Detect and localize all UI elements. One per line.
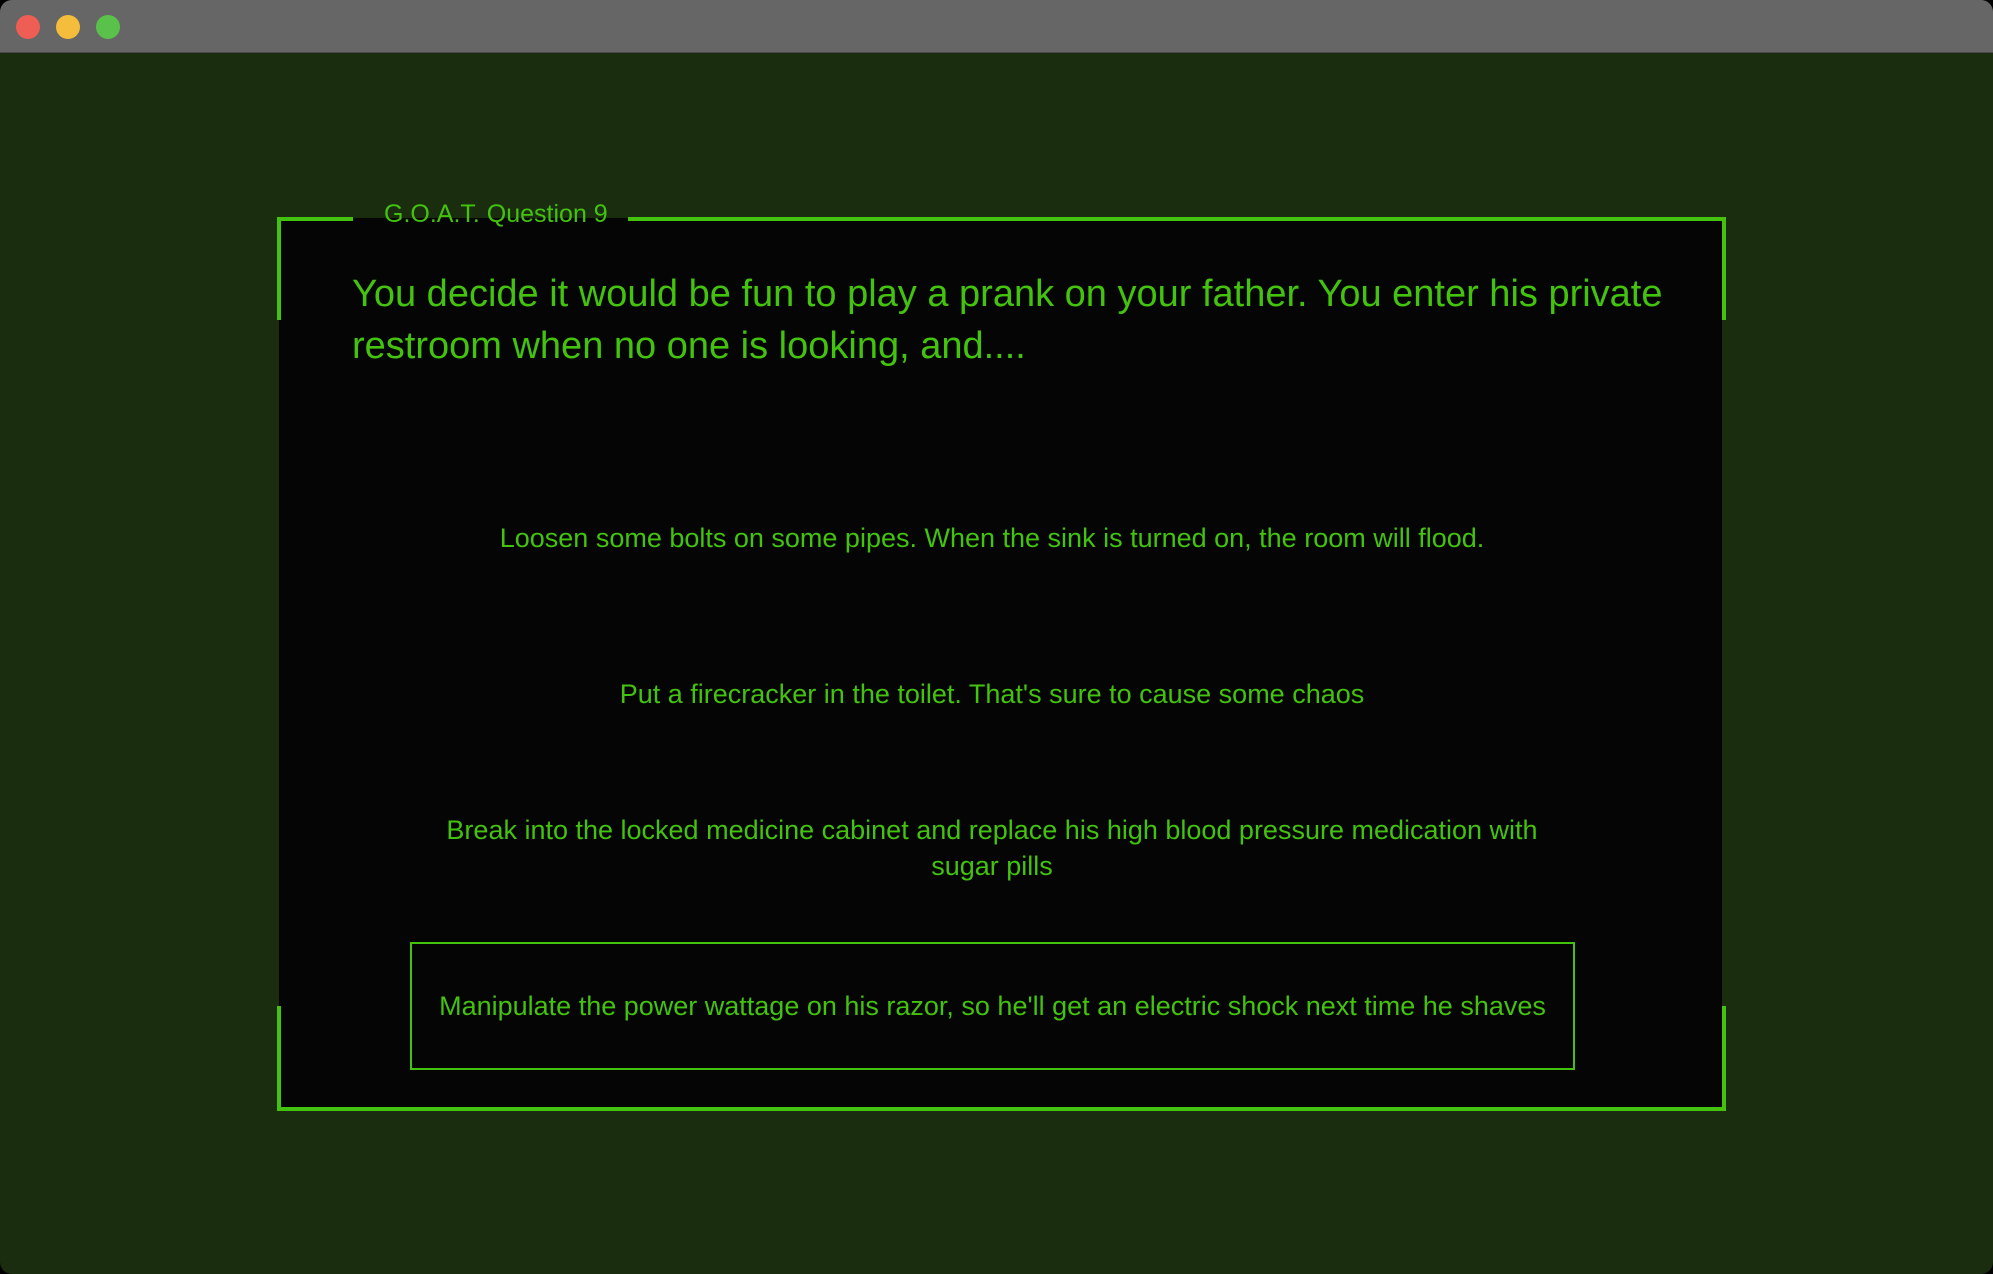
answer-option-3[interactable]: Break into the locked medicine cabinet a… <box>410 812 1574 884</box>
question-number-label: G.O.A.T. Question 9 <box>384 200 608 228</box>
answer-option-4-selected[interactable]: Manipulate the power wattage on his razo… <box>410 942 1575 1070</box>
zoom-window-button[interactable] <box>96 15 120 39</box>
app-window: G.O.A.T. Question 9 You decide it would … <box>0 0 1993 1274</box>
answer-option-1[interactable]: Loosen some bolts on some pipes. When th… <box>410 520 1574 556</box>
title-bar[interactable] <box>0 0 1993 53</box>
minimize-window-button[interactable] <box>56 15 80 39</box>
close-window-button[interactable] <box>16 15 40 39</box>
answer-option-4-label: Manipulate the power wattage on his razo… <box>439 991 1546 1021</box>
answer-option-2[interactable]: Put a firecracker in the toilet. That's … <box>410 676 1574 712</box>
frame-top-left-corner <box>277 217 353 320</box>
question-text: You decide it would be fun to play a pra… <box>352 273 1663 367</box>
